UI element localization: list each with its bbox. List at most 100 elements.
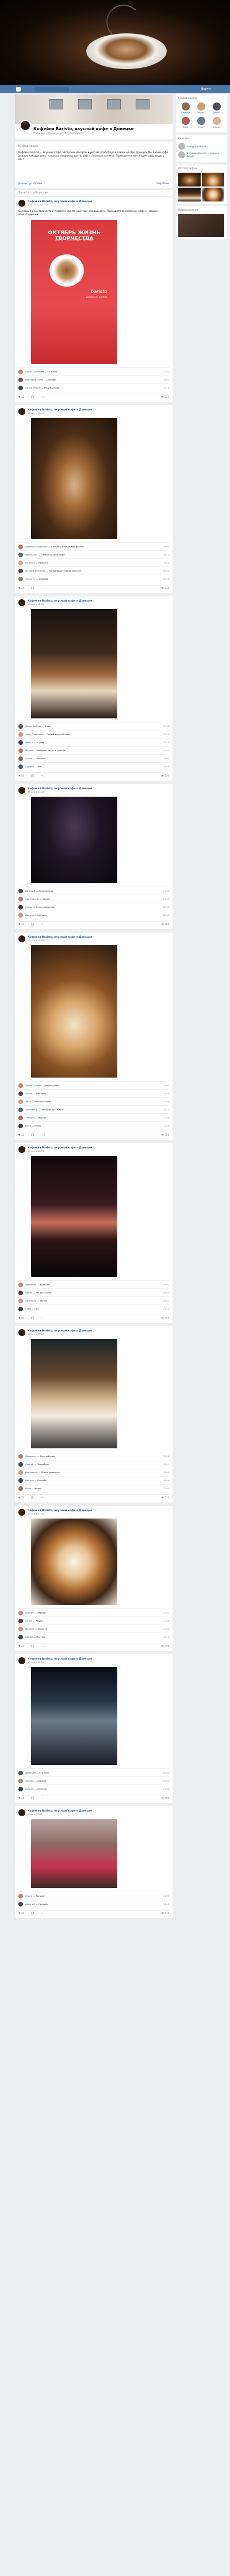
comment-avatar[interactable] <box>18 568 23 573</box>
comment-button[interactable]: 💬 <box>31 1645 34 1647</box>
like-button[interactable]: ♥ 12 <box>18 395 24 398</box>
comment-author[interactable]: Светлана Б. <box>25 897 39 900</box>
comment-author[interactable]: Кристина <box>25 1299 36 1302</box>
comment-author[interactable]: Елена <box>25 1894 32 1897</box>
comment-author[interactable]: Оксана <box>25 1779 34 1782</box>
comment-author[interactable]: Дмитрий <box>25 1771 36 1774</box>
post-date[interactable]: 6 сен в 13:45 <box>28 1813 92 1816</box>
comment-avatar[interactable] <box>18 1462 23 1467</box>
comment-author[interactable]: Людмила <box>25 1455 36 1458</box>
comment-author[interactable]: Виктория Гриф <box>25 378 43 381</box>
post-image[interactable] <box>31 1667 117 1765</box>
post-image[interactable]: ОКТЯБРЬ ЖИЗНЬ ТВОРЧЕСТВА жизнь — это боль… <box>31 220 117 364</box>
share-button[interactable]: ↪ 1 <box>41 1645 45 1647</box>
subscriber-name[interactable]: Алексей <box>178 112 193 114</box>
comment-button[interactable]: 💬 <box>31 395 34 398</box>
comment-avatar[interactable] <box>18 560 23 565</box>
subscriber-item[interactable]: Алексей <box>178 102 193 114</box>
comment-avatar[interactable] <box>18 1478 23 1483</box>
comment-button[interactable]: 💬 <box>31 1133 34 1136</box>
share-button[interactable]: ↪ <box>41 923 43 926</box>
comment-avatar[interactable] <box>18 1786 23 1791</box>
comment-avatar[interactable] <box>18 748 23 753</box>
comment-author[interactable]: Алексей Ф. <box>25 1108 38 1111</box>
post-image[interactable] <box>31 797 117 883</box>
comment-author[interactable]: Никита <box>25 1479 34 1482</box>
link-item[interactable]: Instagram Baristo <box>178 143 224 150</box>
comment-author[interactable]: Денис Войтов <box>25 725 41 728</box>
comment-author[interactable]: Павел <box>25 1291 32 1294</box>
comment-avatar[interactable] <box>18 1453 23 1459</box>
subscriber-name[interactable]: Денис <box>209 112 224 114</box>
share-button[interactable]: ↪ 1 <box>41 774 45 777</box>
comment-avatar[interactable] <box>18 1901 23 1907</box>
subscriber-item[interactable]: Анна <box>178 117 193 128</box>
share-button[interactable]: ↪ 1 <box>41 1496 45 1499</box>
like-button[interactable]: ♥ 14 <box>18 1797 24 1799</box>
comment-avatar[interactable] <box>18 1123 23 1128</box>
post-author-avatar[interactable] <box>18 935 25 942</box>
link-text[interactable]: Кофейня Baristo — меню и акции <box>187 152 224 158</box>
post-date[interactable]: 1 окт в 10:12 <box>28 203 92 206</box>
post-image[interactable] <box>31 1156 117 1277</box>
comment-avatar[interactable] <box>18 576 23 581</box>
post-image[interactable] <box>31 1339 117 1448</box>
post-author-avatar[interactable] <box>18 1329 25 1336</box>
comment-avatar[interactable] <box>18 904 23 910</box>
comment-author[interactable]: Вероника <box>25 1283 36 1286</box>
comment-button[interactable]: 💬 <box>31 1912 34 1915</box>
comment-avatar[interactable] <box>18 1290 23 1295</box>
comment-avatar[interactable] <box>18 1778 23 1783</box>
post-image[interactable] <box>31 418 117 539</box>
comment-author[interactable]: Иван К. <box>25 741 34 744</box>
like-button[interactable]: ♥ 31 <box>18 1133 24 1136</box>
photo-thumb[interactable] <box>202 188 224 201</box>
comment-avatar[interactable] <box>18 1610 23 1615</box>
post-author-avatar[interactable] <box>18 787 25 794</box>
share-button[interactable]: ↪ <box>41 1912 43 1915</box>
login-link[interactable]: Войти <box>201 87 210 91</box>
comment-avatar[interactable] <box>18 732 23 737</box>
like-button[interactable]: ♥ 22 <box>18 1496 24 1499</box>
comment-author[interactable]: Артём Ильин <box>25 386 40 389</box>
comment-button[interactable]: 💬 <box>31 923 34 926</box>
share-button[interactable]: ↪ <box>41 1316 43 1319</box>
like-button[interactable]: ♥ 15 <box>18 923 24 926</box>
post-date[interactable]: 27 сен в 12:05 <box>28 603 92 606</box>
comment-author[interactable]: Олеся <box>25 757 32 760</box>
subscriber-name[interactable]: Олег <box>194 126 208 128</box>
comment-author[interactable]: Сергей <box>25 1463 33 1466</box>
share-button[interactable]: ↪ 2 <box>41 1133 45 1136</box>
comment-author[interactable]: Анна Смирнова <box>25 733 43 736</box>
comment-author[interactable]: Ирина Лис <box>25 553 37 556</box>
post-date[interactable]: 25 сен в 21:15 <box>28 790 92 793</box>
share-button[interactable]: ↪ 1 <box>41 395 45 398</box>
comment-author[interactable]: Ольга Н. <box>25 577 35 580</box>
comment-avatar[interactable] <box>18 1306 23 1311</box>
like-button[interactable]: ♥ 16 <box>18 1912 24 1915</box>
comment-author[interactable]: Юрий <box>25 1092 32 1095</box>
like-button[interactable]: ♥ 24 <box>18 587 24 589</box>
comment-author[interactable]: Лиза <box>25 1100 31 1103</box>
info-location-link[interactable]: Донецк, ул. Артёма <box>18 182 42 185</box>
like-button[interactable]: ♥ 27 <box>18 1645 24 1647</box>
comment-avatar[interactable] <box>18 385 23 390</box>
link-item[interactable]: Кофейня Baristo — меню и акции <box>178 151 224 158</box>
post-author-avatar[interactable] <box>18 599 25 606</box>
photo-thumb[interactable] <box>178 173 201 187</box>
comment-author[interactable]: Антон <box>25 1619 32 1622</box>
comment-button[interactable]: 💬 <box>31 1797 34 1799</box>
comment-avatar[interactable] <box>18 1470 23 1475</box>
subscriber-item[interactable]: Мария <box>194 102 208 114</box>
comment-author[interactable]: Ксения <box>25 1611 33 1614</box>
comment-avatar[interactable] <box>18 888 23 893</box>
post-image[interactable] <box>31 945 117 1078</box>
comment-avatar[interactable] <box>18 740 23 745</box>
comment-author[interactable]: Алина Соколова <box>25 370 44 373</box>
comment-author[interactable]: Евгения Кравченко <box>25 545 48 548</box>
post-date[interactable]: 29 сен в 18:40 <box>28 412 92 414</box>
post-date[interactable]: 17 сен в 15:00 <box>28 1333 92 1335</box>
subscriber-name[interactable]: Мария <box>194 112 208 114</box>
post-date[interactable]: 20 сен в 19:20 <box>28 1150 92 1152</box>
link-text[interactable]: Instagram Baristo <box>187 145 208 148</box>
